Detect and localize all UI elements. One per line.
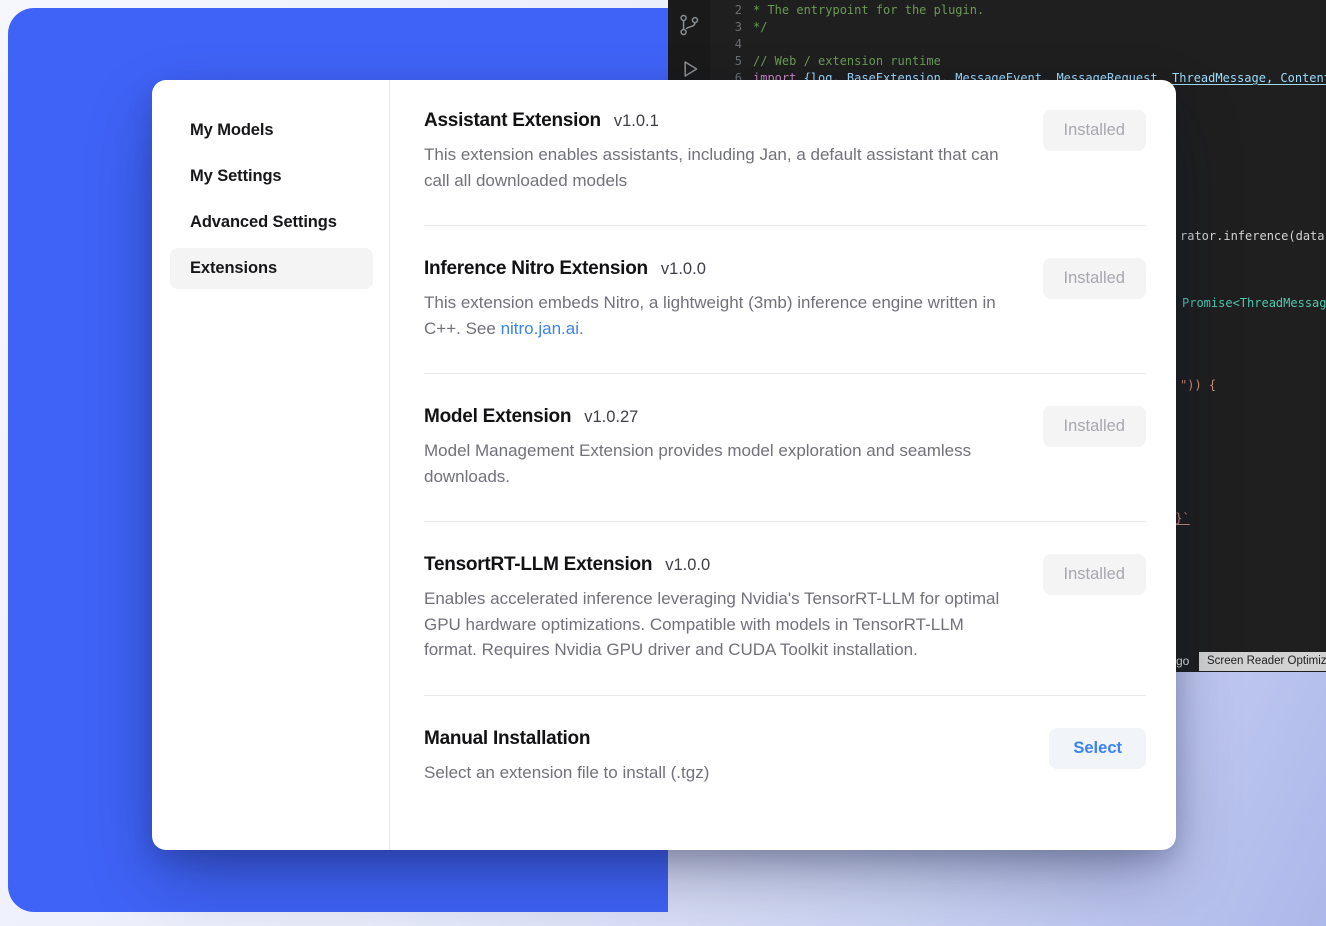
installed-button[interactable]: Installed	[1043, 554, 1146, 595]
extension-description: This extension embeds Nitro, a lightweig…	[424, 290, 1009, 341]
code-text: * The entrypoint for the plugin.	[753, 2, 984, 19]
installed-button[interactable]: Installed	[1043, 110, 1146, 151]
code-area: 2* The entrypoint for the plugin. 3*/ 4 …	[710, 2, 1326, 87]
extension-description: Model Management Extension provides mode…	[424, 438, 1009, 489]
manual-installation-row: Manual Installation Select an extension …	[424, 696, 1146, 818]
extension-version: v1.0.0	[665, 556, 710, 575]
manual-installation-title: Manual Installation	[424, 728, 590, 750]
code-line: 5 // Web / extension runtime	[710, 53, 1326, 70]
extension-row-nitro: Inference Nitro Extension v1.0.0 This ex…	[424, 226, 1146, 374]
sidebar-item-extensions[interactable]: Extensions	[170, 248, 373, 289]
code-fragment: rator.inference(data));	[1180, 229, 1326, 244]
select-file-button[interactable]: Select	[1049, 728, 1146, 769]
code-text: // Web / extension runtime	[753, 53, 941, 70]
code-line: 4	[710, 36, 1326, 53]
extensions-list: Assistant Extension v1.0.1 This extensio…	[390, 80, 1176, 850]
extension-version: v1.0.0	[661, 260, 706, 279]
run-and-debug-icon[interactable]	[676, 56, 702, 82]
statusbar-text: go	[1176, 654, 1189, 668]
installed-button[interactable]: Installed	[1043, 406, 1146, 447]
code-line: 3 */	[710, 19, 1326, 36]
extension-title: TensortRT-LLM Extension	[424, 554, 652, 576]
description-text: .	[579, 319, 584, 338]
code-fragment: Promise<ThreadMessage>	[1182, 296, 1326, 311]
sidebar-item-my-models[interactable]: My Models	[170, 110, 373, 151]
code-fragment: ")) {	[1180, 378, 1216, 393]
extension-row-assistant: Assistant Extension v1.0.1 This extensio…	[424, 80, 1146, 226]
settings-sidebar: My Models My Settings Advanced Settings …	[152, 80, 390, 850]
extension-title: Inference Nitro Extension	[424, 258, 648, 280]
extension-description: This extension enables assistants, inclu…	[424, 142, 1009, 193]
source-control-icon[interactable]	[676, 12, 702, 38]
manual-installation-description: Select an extension file to install (.tg…	[424, 760, 709, 786]
line-number: 4	[710, 36, 742, 53]
extension-row-tensorrt: TensortRT-LLM Extension v1.0.0 Enables a…	[424, 522, 1146, 696]
line-number: 3	[710, 19, 742, 36]
sidebar-item-my-settings[interactable]: My Settings	[170, 156, 373, 197]
screen-reader-status-chip[interactable]: Screen Reader Optimize	[1199, 652, 1326, 671]
sidebar-item-advanced-settings[interactable]: Advanced Settings	[170, 202, 373, 243]
code-text: */	[753, 19, 767, 36]
line-number: 2	[710, 2, 742, 19]
settings-modal: My Models My Settings Advanced Settings …	[152, 80, 1176, 850]
extension-title: Model Extension	[424, 406, 571, 428]
line-number: 5	[710, 53, 742, 70]
extension-title: Assistant Extension	[424, 110, 601, 132]
desktop: 2* The entrypoint for the plugin. 3*/ 4 …	[0, 0, 1326, 926]
code-line: 2 * The entrypoint for the plugin.	[710, 2, 1326, 19]
nitro-jan-ai-link[interactable]: nitro.jan.ai	[501, 319, 579, 338]
extension-row-model: Model Extension v1.0.27 Model Management…	[424, 374, 1146, 522]
installed-button[interactable]: Installed	[1043, 258, 1146, 299]
extension-version: v1.0.1	[614, 112, 659, 131]
extension-description: Enables accelerated inference leveraging…	[424, 586, 1009, 663]
extension-version: v1.0.27	[584, 408, 638, 427]
